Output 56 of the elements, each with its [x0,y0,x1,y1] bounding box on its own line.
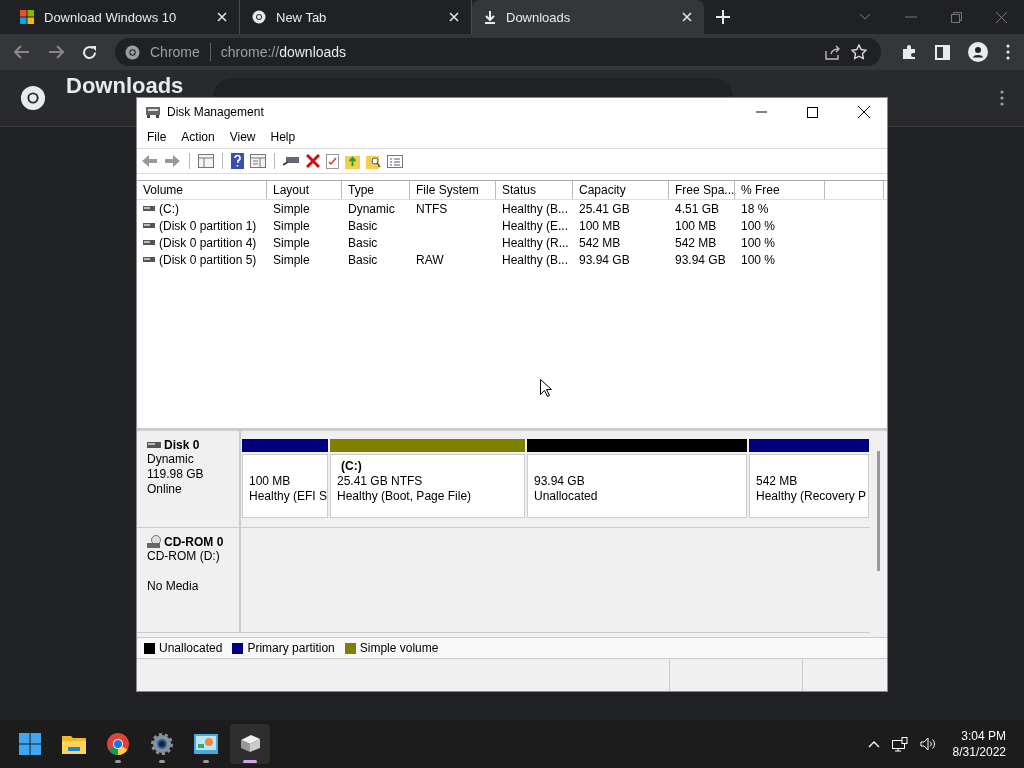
site-label: Chrome [150,44,200,60]
tab-title: New Tab [276,9,328,25]
table-cell: Healthy (R... [502,235,569,250]
table-cell: Simple [273,252,310,267]
table-cell: 542 MB [675,235,717,250]
table-cell: 18 % [741,201,769,216]
table-cell: 100 MB [675,218,717,233]
table-cell: 100 % [741,252,776,267]
table-cell: Healthy (B... [502,201,569,216]
table-cell: 25.41 GB [579,201,630,216]
table-cell: (C:) [159,201,179,216]
tab-title: Download Windows 10 [44,9,178,25]
legend-label: Primary partition [247,641,335,655]
partition-detail: 542 MB [756,474,799,489]
table-cell: (Disk 0 partition 1) [159,218,257,233]
table-cell: 4.51 GB [675,201,720,216]
partition-detail: 25.41 GB NTFS [337,474,424,489]
table-cell: Simple [273,218,310,233]
table-cell: Simple [273,201,310,216]
table-cell: Basic [348,235,378,250]
table-cell: (Disk 0 partition 5) [159,252,257,267]
table-cell: 542 MB [579,235,621,250]
partition-detail: Unallocated [534,489,599,504]
table-cell: Simple [273,235,310,250]
disk-detail: No Media [147,579,200,594]
url-text: chrome://downloads [220,44,347,60]
table-cell: 100 MB [579,218,621,233]
page-title: Downloads [66,73,184,99]
partition-detail: Healthy (Boot, Page File) [337,489,473,504]
table-cell: Basic [348,252,378,267]
disk-detail: 119.98 GB [147,467,205,482]
window-title: Disk Management [167,105,264,119]
tab-title: Downloads [506,9,572,25]
legend-label: Unallocated [159,641,223,655]
partition-detail: 100 MB [249,474,292,489]
disk-detail: Dynamic [147,452,195,467]
table-cell: Healthy (B... [502,252,569,267]
partition-detail: Healthy (Recovery P [756,489,868,504]
table-cell: (Disk 0 partition 4) [159,235,257,250]
table-cell: RAW [416,252,444,267]
table-cell: 100 % [741,218,776,233]
legend-label: Simple volume [359,641,439,655]
table-cell: Basic [348,218,378,233]
table-cell: 100 % [741,235,776,250]
table-cell: 93.94 GB [579,252,630,267]
table-cell: Healthy (E... [502,218,569,233]
disk-name: Disk 0 [164,437,200,452]
partition-detail: 93.94 GB [534,474,586,489]
table-cell: 93.94 GB [675,252,726,267]
partition-detail: Healthy (EFI S [249,489,327,504]
table-cell: Dynamic [348,201,395,216]
disk-detail: CD-ROM (D:) [147,549,221,564]
table-cell: NTFS [416,201,448,216]
partition-name: (C:) [340,459,363,474]
disk-name: CD-ROM 0 [164,534,224,549]
disk-detail: Online [147,482,183,497]
